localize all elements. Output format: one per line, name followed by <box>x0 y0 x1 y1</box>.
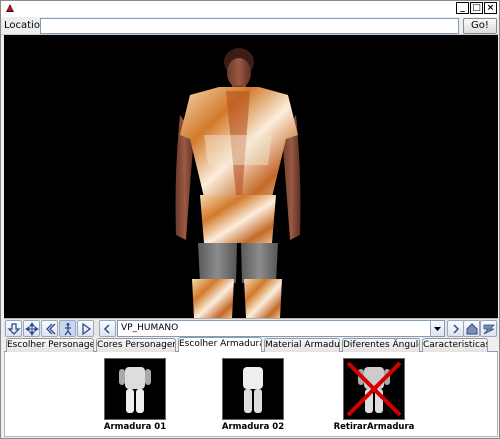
home-button[interactable] <box>463 320 480 337</box>
back-button[interactable] <box>41 320 58 337</box>
move-down-button[interactable] <box>5 320 22 337</box>
go-button[interactable]: Go! <box>463 18 497 34</box>
remove-armor-icon <box>346 361 402 417</box>
tab-material-armadura[interactable]: Material Armadura <box>264 338 340 352</box>
play-icon <box>82 322 92 336</box>
chevron-down-icon <box>434 327 441 331</box>
minimize-icon: _ <box>460 3 465 13</box>
next-viewpoint-icon <box>453 324 460 334</box>
armor-01-label: Armadura 01 <box>103 422 167 432</box>
close-button[interactable]: × <box>484 2 497 14</box>
tab-escolher-armadura[interactable]: Escolher Armadura <box>178 337 262 353</box>
straighten-button[interactable] <box>480 320 497 337</box>
minimize-button[interactable]: _ <box>456 2 469 14</box>
maximize-icon: □ <box>472 3 481 13</box>
home-icon <box>466 323 478 335</box>
tab-cores-personagem[interactable]: Cores Personagem <box>96 338 176 352</box>
remove-armor-label: RetirarArmadura <box>333 422 415 432</box>
armor-option-01[interactable]: Armadura 01 <box>94 358 176 432</box>
armor-02-label: Armadura 02 <box>221 422 285 432</box>
location-bar: Location: Go! <box>1 17 499 35</box>
pan-button[interactable] <box>23 320 40 337</box>
tab-escolher-personagem[interactable]: Escolher Personagem <box>6 338 94 352</box>
app-window: _ □ × Location: Go! VP_HUMANO Escolher P… <box>0 0 500 439</box>
previous-viewpoint-icon <box>103 324 110 334</box>
remove-armor-option[interactable]: RetirarArmadura <box>333 358 415 432</box>
close-icon: × <box>486 3 495 13</box>
armor-02-thumbnail[interactable] <box>222 358 284 420</box>
3d-viewport[interactable] <box>4 35 498 318</box>
walk-button[interactable] <box>59 320 76 337</box>
armor-01-thumbnail[interactable] <box>104 358 166 420</box>
location-input[interactable] <box>40 18 459 34</box>
next-viewpoint-button[interactable] <box>447 320 464 337</box>
previous-viewpoint-button[interactable] <box>99 320 116 337</box>
armor-panel: Armadura 01 Armadura 02 RetirarArmadura <box>4 352 498 437</box>
pan-icon <box>25 322 39 336</box>
straighten-icon <box>483 324 495 335</box>
tab-diferentes-angulos[interactable]: Diferentes Ângulos <box>342 338 420 352</box>
dropdown-button[interactable] <box>430 321 444 336</box>
down-arrow-icon <box>7 323 21 335</box>
remove-armor-thumbnail[interactable] <box>343 358 405 420</box>
character-model <box>175 48 301 318</box>
tab-caracteristicas[interactable]: Caracteristicas <box>422 338 488 352</box>
duke-icon <box>6 4 14 12</box>
navigation-toolbar: VP_HUMANO <box>4 318 498 337</box>
armor-01-icon <box>119 367 151 413</box>
viewpoint-select[interactable]: VP_HUMANO <box>117 320 445 337</box>
play-button[interactable] <box>77 320 94 337</box>
viewpoint-value: VP_HUMANO <box>121 323 179 333</box>
maximize-button[interactable]: □ <box>470 2 483 14</box>
title-bar: _ □ × <box>1 1 499 17</box>
armor-option-02[interactable]: Armadura 02 <box>212 358 294 432</box>
armor-02-icon <box>243 367 263 413</box>
back-icon <box>46 323 56 335</box>
tab-bar: Escolher Personagem Cores Personagem Esc… <box>4 337 498 353</box>
walk-icon <box>64 323 72 336</box>
